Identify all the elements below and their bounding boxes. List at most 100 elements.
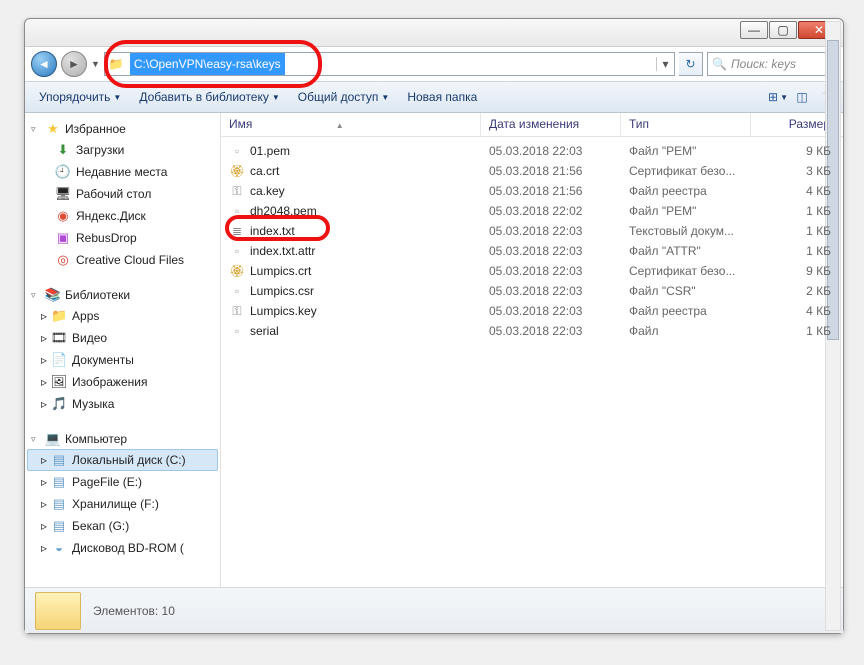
address-dropdown[interactable]: ▾ — [656, 57, 674, 71]
nav-images[interactable]: ▹Изображения — [27, 371, 218, 393]
col-name[interactable]: Имя ▲ — [221, 113, 481, 136]
minimize-icon: — — [748, 23, 760, 37]
expand-icon: ▹ — [41, 329, 47, 347]
nav-drive-f[interactable]: ▹Хранилище (F:) — [27, 493, 218, 515]
file-date: 05.03.2018 21:56 — [481, 164, 621, 178]
drive-icon — [51, 474, 67, 490]
file-size: 4 КБ — [751, 304, 839, 318]
file-size: 1 КБ — [751, 224, 839, 238]
new-folder-button[interactable]: Новая папка — [399, 87, 485, 107]
folder-thumb-icon — [35, 592, 81, 630]
table-row[interactable]: Lumpics.crt05.03.2018 22:03Сертификат бе… — [221, 261, 843, 281]
refresh-button[interactable]: ↻ — [679, 52, 703, 76]
add-to-library-button[interactable]: Добавить в библиотеку▼ — [131, 87, 287, 107]
file-type: Файл "PEM" — [621, 204, 751, 218]
table-row[interactable]: 01.pem05.03.2018 22:03Файл "PEM"9 КБ — [221, 141, 843, 161]
drive-icon — [51, 496, 67, 512]
share-label: Общий доступ — [298, 90, 379, 104]
nav-video[interactable]: ▹Видео — [27, 327, 218, 349]
file-icon — [229, 243, 245, 259]
nav-drive-g[interactable]: ▹Бекап (G:) — [27, 515, 218, 537]
nav-drive-e-label: PageFile (E:) — [72, 473, 142, 491]
view-options-button[interactable]: ⊞▼ — [767, 86, 789, 108]
col-type-label: Тип — [629, 117, 649, 131]
status-elements-count: Элементов: 10 — [93, 604, 175, 618]
expand-icon: ▹ — [41, 473, 47, 491]
nav-recent-label: Недавние места — [76, 163, 167, 181]
organize-button[interactable]: Упорядочить▼ — [31, 87, 129, 107]
download-icon — [55, 142, 71, 158]
file-name: index.txt.attr — [250, 244, 315, 258]
share-button[interactable]: Общий доступ▼ — [290, 87, 398, 107]
table-row[interactable]: dh2048.pem 05.03.2018 22:02Файл "PEM"1 КБ — [221, 201, 843, 221]
file-size: 9 КБ — [751, 144, 839, 158]
nav-downloads-label: Загрузки — [76, 141, 124, 159]
nav-recent[interactable]: Недавние места — [27, 161, 218, 183]
file-date: 05.03.2018 22:03 — [481, 144, 621, 158]
nav-yandex-label: Яндекс.Диск — [76, 207, 146, 225]
nav-drive-bd-label: Дисковод BD-ROM ( — [72, 539, 184, 557]
table-row[interactable]: index.txt.attr05.03.2018 22:03Файл "ATTR… — [221, 241, 843, 261]
nav-apps[interactable]: ▹Apps — [27, 305, 218, 327]
nav-documents[interactable]: ▹Документы — [27, 349, 218, 371]
nav-drive-c[interactable]: ▹Локальный диск (C:) — [27, 449, 218, 471]
file-date: 05.03.2018 22:02 — [481, 204, 621, 218]
file-name: ca.key — [250, 184, 285, 198]
nav-favorites[interactable]: ▿Избранное — [27, 119, 218, 139]
file-type: Сертификат безо... — [621, 164, 751, 178]
table-row[interactable]: Lumpics.csr05.03.2018 22:03Файл "CSR"2 К… — [221, 281, 843, 301]
nav-drive-bd[interactable]: ▹Дисковод BD-ROM ( — [27, 537, 218, 559]
nav-drive-e[interactable]: ▹ PageFile (E:) — [27, 471, 218, 493]
search-icon: 🔍 — [712, 57, 727, 71]
address-row: ◄ ► ▼ 📁 C:\OpenVPN\easy-rsa\keys ▾ ↻ 🔍 П… — [25, 47, 843, 81]
col-type[interactable]: Тип — [621, 113, 751, 136]
status-bar: Элементов: 10 — [25, 587, 843, 633]
titlebar: — ▢ ✕ — [25, 19, 843, 47]
expand-icon: ▹ — [41, 395, 47, 413]
nav-creative-cloud[interactable]: Creative Cloud Files — [27, 249, 218, 271]
address-bar[interactable]: 📁 C:\OpenVPN\easy-rsa\keys ▾ — [104, 52, 675, 76]
preview-pane-button[interactable]: ◫ — [791, 86, 813, 108]
search-input[interactable]: 🔍 Поиск: keys — [707, 52, 837, 76]
forward-button[interactable]: ► — [61, 51, 87, 77]
file-name: Lumpics.key — [250, 304, 317, 318]
file-type: Файл реестра — [621, 184, 751, 198]
nav-music[interactable]: ▹ Музыка — [27, 393, 218, 415]
table-row[interactable]: index.txt05.03.2018 22:03Текстовый докум… — [221, 221, 843, 241]
file-name: dh2048.pem — [250, 204, 317, 218]
col-size-label: Размер — [789, 117, 830, 131]
back-button[interactable]: ◄ — [31, 51, 57, 77]
nav-yandex-disk[interactable]: Яндекс.Диск — [27, 205, 218, 227]
file-size: 1 КБ — [751, 324, 839, 338]
folder-icon: 📁 — [105, 57, 128, 71]
search-placeholder: Поиск: keys — [731, 57, 796, 71]
table-row[interactable]: ca.crt05.03.2018 21:56Сертификат безо...… — [221, 161, 843, 181]
chevron-down-icon[interactable]: ▼ — [91, 59, 100, 69]
minimize-button[interactable]: — — [740, 21, 768, 39]
file-date: 05.03.2018 22:03 — [481, 284, 621, 298]
nav-downloads[interactable]: Загрузки — [27, 139, 218, 161]
bdrom-icon — [51, 540, 67, 556]
nav-desktop[interactable]: Рабочий стол — [27, 183, 218, 205]
file-date: 05.03.2018 21:56 — [481, 184, 621, 198]
file-date: 05.03.2018 22:03 — [481, 324, 621, 338]
arrow-right-icon: ► — [68, 57, 80, 71]
nav-rebusdrop[interactable]: RebusDrop — [27, 227, 218, 249]
file-size: 1 КБ — [751, 244, 839, 258]
table-row[interactable]: serial05.03.2018 22:03Файл1 КБ — [221, 321, 843, 341]
maximize-button[interactable]: ▢ — [769, 21, 797, 39]
col-date[interactable]: Дата изменения — [481, 113, 621, 136]
file-icon — [229, 163, 245, 179]
table-row[interactable]: Lumpics.key05.03.2018 22:03Файл реестра4… — [221, 301, 843, 321]
chevron-down-icon: ▼ — [113, 93, 121, 102]
nav-drive-g-label: Бекап (G:) — [72, 517, 129, 535]
refresh-icon: ↻ — [685, 57, 695, 71]
nav-libraries[interactable]: ▿Библиотеки — [27, 285, 218, 305]
table-row[interactable]: ca.key05.03.2018 21:56Файл реестра4 КБ — [221, 181, 843, 201]
file-size: 3 КБ — [751, 164, 839, 178]
nav-computer[interactable]: ▿Компьютер — [27, 429, 218, 449]
nav-music-label: Музыка — [72, 395, 114, 413]
file-size: 9 КБ — [751, 264, 839, 278]
file-size: 1 КБ — [751, 204, 839, 218]
toolbar: Упорядочить▼ Добавить в библиотеку▼ Общи… — [25, 81, 843, 113]
